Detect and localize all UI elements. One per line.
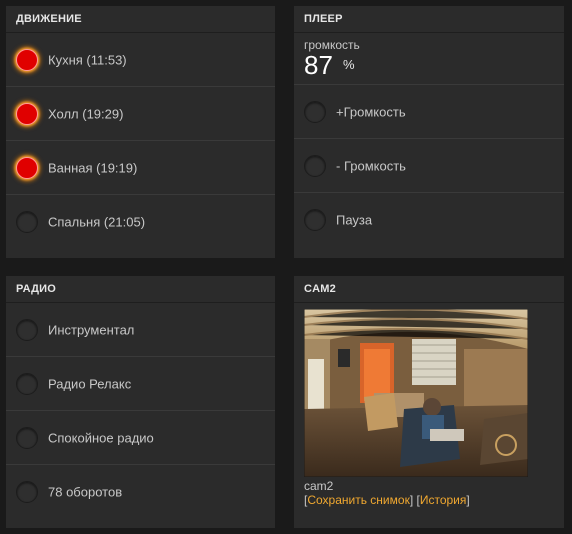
history-link[interactable]: История [420,493,467,507]
status-indicator-icon [16,372,38,395]
motion-item-bedroom[interactable]: Спальня (21:05) [6,195,275,249]
player-item-label: - Громкость [336,158,406,173]
motion-item-label: Спальня (21:05) [48,214,146,230]
save-snapshot-link[interactable]: Сохранить снимок [307,493,409,507]
radio-item-calm[interactable]: Спокойное радио [6,411,275,465]
player-panel-title: ПЛЕЕР [294,6,564,33]
radio-item-label: Радио Релакс [48,376,132,391]
radio-item-label: Инструментал [48,322,135,337]
player-panel: ПЛЕЕР громкость 87 % +Громкость - Громко… [294,6,564,258]
camera-panel: CAM2 cam2 [Сохранить снимок] [История] [294,276,564,528]
status-indicator-icon [304,100,326,123]
camera-caption: cam2 [304,479,334,493]
camera-snapshot[interactable] [304,309,528,477]
radio-item-relax[interactable]: Радио Релакс [6,357,275,411]
status-indicator-icon [16,426,38,449]
volume-value: 87 [304,50,333,80]
bracket-close: ] [466,493,470,507]
player-item-label: +Громкость [336,104,406,119]
radio-item-label: 78 оборотов [48,484,123,500]
motion-item-hall[interactable]: Холл (19:29) [6,87,275,141]
status-indicator-icon [16,48,38,71]
radio-panel-title: РАДИО [6,276,275,303]
camera-body: cam2 [Сохранить снимок] [История] [294,303,564,513]
camera-panel-title: CAM2 [294,276,564,303]
motion-item-label: Холл (19:29) [48,106,124,121]
status-indicator-icon [304,209,326,231]
radio-panel: РАДИО Инструментал Радио Релакс Спокойно… [6,276,275,528]
status-indicator-icon [304,154,326,177]
camera-links: [Сохранить снимок] [История] [304,493,554,507]
status-indicator-icon [16,156,38,179]
status-indicator-icon [16,102,38,125]
volume-unit: % [343,57,355,72]
radio-item-label: Спокойное радио [48,430,154,445]
volume-readout: громкость 87 % [294,33,564,85]
motion-item-bathroom[interactable]: Ванная (19:19) [6,141,275,195]
radio-item-78[interactable]: 78 оборотов [6,465,275,519]
motion-item-label: Ванная (19:19) [48,160,138,175]
motion-panel-title: ДВИЖЕНИЕ [6,6,275,33]
motion-item-kitchen[interactable]: Кухня (11:53) [6,33,275,87]
pause-button[interactable]: Пауза [294,193,564,247]
volume-down-button[interactable]: - Громкость [294,139,564,193]
motion-item-label: Кухня (11:53) [48,52,127,67]
status-indicator-icon [16,481,38,503]
motion-panel: ДВИЖЕНИЕ Кухня (11:53) Холл (19:29) Ванн… [6,6,275,258]
status-indicator-icon [16,211,38,233]
status-indicator-icon [16,318,38,341]
player-item-label: Пауза [336,212,373,228]
radio-item-instrumental[interactable]: Инструментал [6,303,275,357]
volume-up-button[interactable]: +Громкость [294,85,564,139]
